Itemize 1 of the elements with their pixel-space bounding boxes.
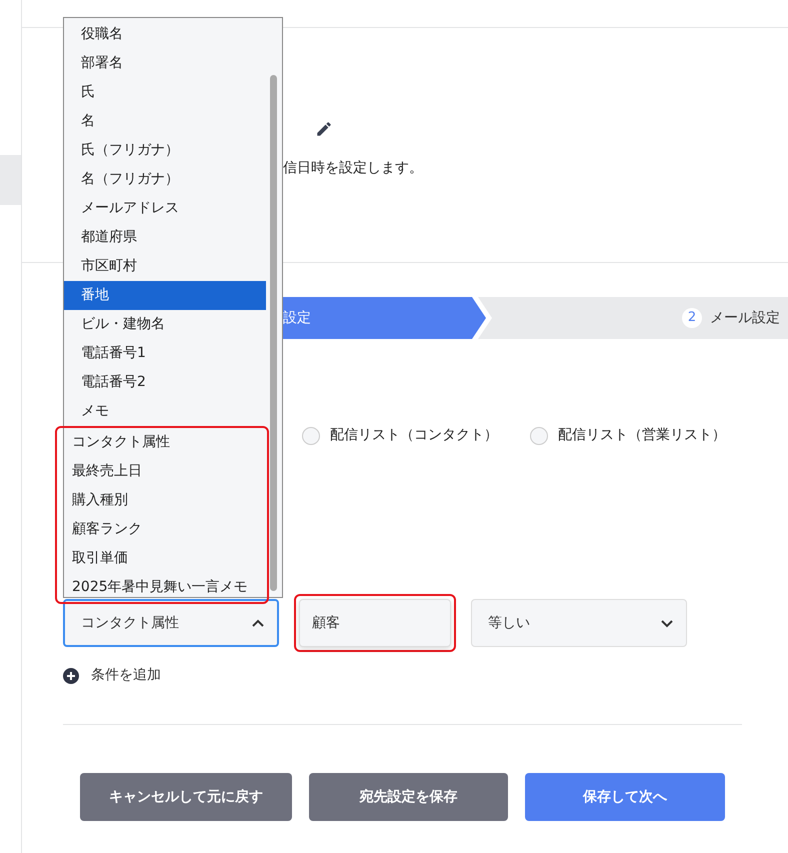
description-text: 信日時を設定します。 (283, 159, 424, 178)
